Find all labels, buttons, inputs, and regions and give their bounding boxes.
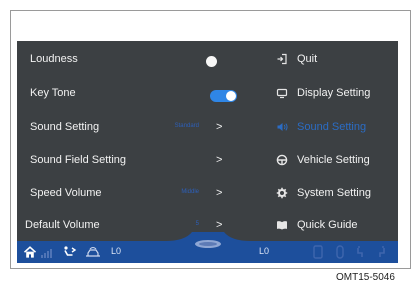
setting-row-loudness[interactable]: Loudness xyxy=(17,45,237,75)
seat-heat-right-icon xyxy=(377,245,387,259)
right-temperature: L0 xyxy=(259,246,270,256)
seat-heat-icon xyxy=(355,245,365,259)
quit-icon xyxy=(276,53,288,65)
menu-item-quit[interactable]: Quit xyxy=(273,45,398,75)
toggle-knob xyxy=(226,91,236,101)
setting-label: Sound Setting xyxy=(30,121,100,133)
climate-status-bar: L0 L0 xyxy=(17,232,398,263)
setting-label: Default Volume xyxy=(25,219,100,231)
menu-label: Quick Guide xyxy=(297,219,358,231)
display-icon xyxy=(276,87,288,99)
sound-icon xyxy=(276,121,288,133)
setting-row-key-tone[interactable]: Key Tone xyxy=(17,79,237,109)
key-tone-toggle[interactable] xyxy=(210,90,237,102)
chevron-right-icon: > xyxy=(216,187,223,199)
seat-fan-icon[interactable] xyxy=(63,245,79,259)
setting-label: Key Tone xyxy=(30,87,76,99)
home-icon[interactable] xyxy=(23,245,37,259)
steering-wheel-icon xyxy=(276,154,288,166)
menu-label: System Setting xyxy=(297,187,371,199)
setting-row-speed-volume[interactable]: Speed Volume Middle > xyxy=(17,179,237,209)
setting-value: Middle xyxy=(181,189,199,195)
seat-icon xyxy=(335,245,345,259)
menu-label: Vehicle Setting xyxy=(297,154,370,166)
menu-item-display-setting[interactable]: Display Setting xyxy=(273,79,398,109)
menu-item-quick-guide[interactable]: Quick Guide xyxy=(273,211,398,241)
chevron-right-icon: > xyxy=(216,121,223,133)
signal-icon xyxy=(41,245,53,259)
left-temperature: L0 xyxy=(111,246,122,256)
chevron-right-icon: > xyxy=(216,154,223,166)
menu-label: Sound Setting xyxy=(297,121,367,133)
loudness-indicator[interactable] xyxy=(206,56,217,67)
setting-label: Sound Field Setting xyxy=(30,154,127,166)
setting-value: Standard xyxy=(174,123,199,129)
book-icon xyxy=(276,219,288,231)
phone-icon xyxy=(313,245,323,259)
infotainment-screen: Loudness Key Tone Sound Setting Standard… xyxy=(17,41,398,263)
menu-item-sound-setting[interactable]: Sound Setting xyxy=(273,113,398,143)
status-center-hump xyxy=(165,230,251,263)
gear-icon xyxy=(276,187,288,199)
menu-item-system-setting[interactable]: System Setting xyxy=(273,179,398,209)
menu-label: Display Setting xyxy=(297,87,371,99)
setting-row-sound-field[interactable]: Sound Field Setting > xyxy=(17,146,237,176)
figure-caption: OMT15-5046 xyxy=(336,272,395,283)
menu-label: Quit xyxy=(297,53,318,65)
setting-label: Loudness xyxy=(30,53,78,65)
car-recirculation-icon[interactable] xyxy=(85,245,101,259)
menu-item-vehicle-setting[interactable]: Vehicle Setting xyxy=(273,146,398,176)
setting-value: 5 xyxy=(195,221,199,227)
setting-row-sound-setting[interactable]: Sound Setting Standard > xyxy=(17,113,237,143)
setting-label: Speed Volume xyxy=(30,187,102,199)
